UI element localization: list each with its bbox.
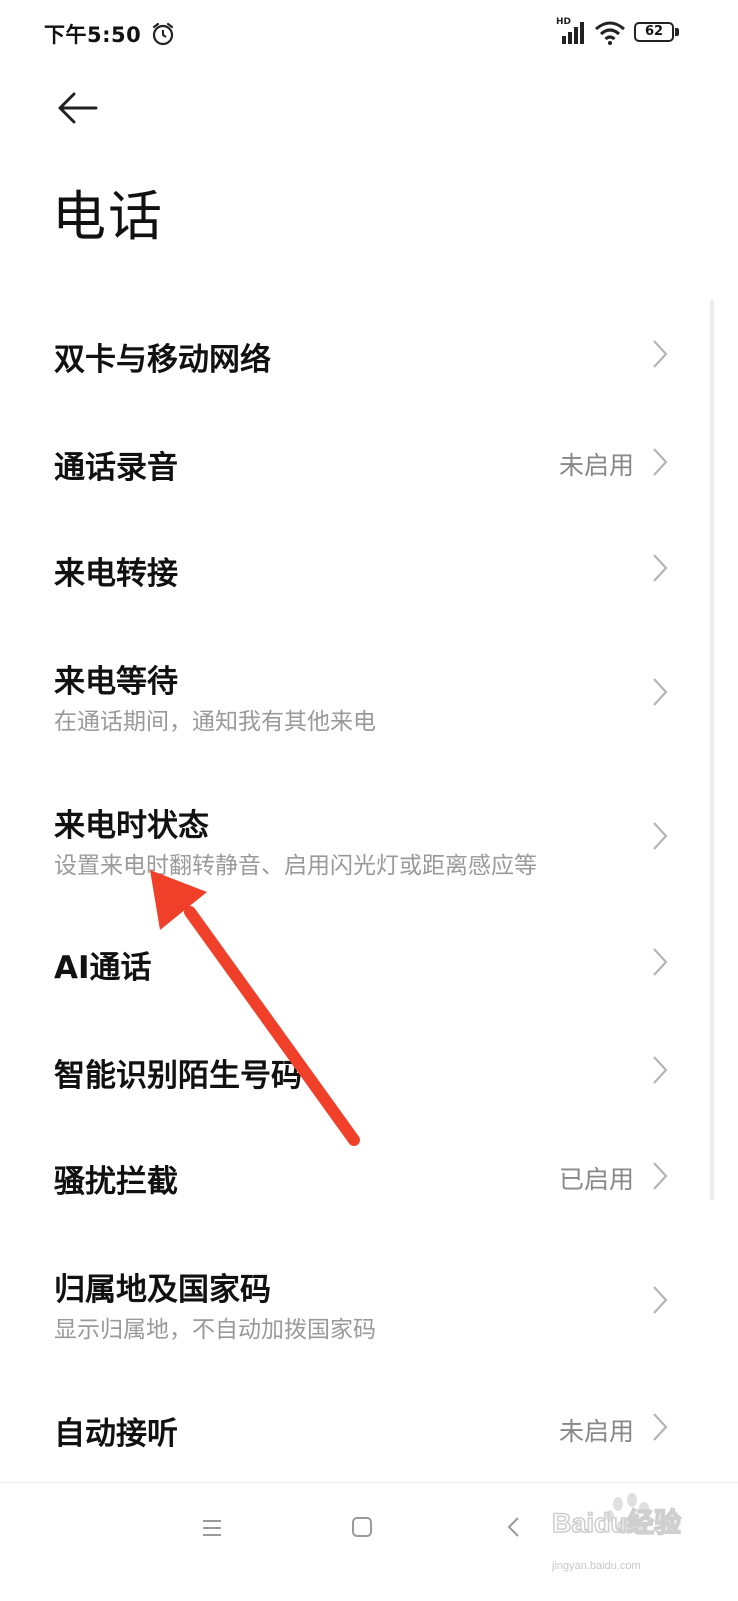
watermark-url: jingyan.baidu.com xyxy=(552,1560,641,1572)
setting-value: 未启用 xyxy=(558,1417,634,1446)
setting-title: 骚扰拦截 xyxy=(54,1164,178,1200)
chevron-right-icon xyxy=(653,448,668,476)
page-title: 电话 xyxy=(52,185,164,248)
chevron-right-icon xyxy=(653,1162,668,1190)
menu-icon[interactable] xyxy=(200,1517,224,1539)
chevron-right-icon xyxy=(653,1286,668,1314)
setting-value: 未启用 xyxy=(558,451,634,480)
chevron-right-icon xyxy=(653,554,668,582)
alarm-icon xyxy=(152,22,174,46)
setting-ai-call[interactable]: AI通话 xyxy=(0,912,720,1018)
cellular-signal-icon xyxy=(562,22,584,44)
chevron-right-icon xyxy=(653,678,668,706)
setting-title: 来电转接 xyxy=(54,556,178,592)
setting-title: 归属地及国家码 xyxy=(54,1272,271,1308)
status-time: 下午5:50 xyxy=(44,23,142,47)
setting-location-country-code[interactable]: 归属地及国家码 显示归属地，不自动加拨国家码 xyxy=(0,1230,720,1374)
setting-title: 智能识别陌生号码 xyxy=(54,1058,302,1094)
wifi-icon xyxy=(595,21,625,45)
watermark-brand: Baidu经验 xyxy=(552,1507,681,1538)
setting-harassment-blocking[interactable]: 骚扰拦截 已启用 xyxy=(0,1124,720,1230)
setting-title: 来电时状态 xyxy=(54,808,209,844)
setting-auto-answer[interactable]: 自动接听 未启用 xyxy=(0,1374,720,1480)
status-bar: 下午5:50 HD 62 xyxy=(0,0,738,68)
chevron-right-icon xyxy=(653,1056,668,1084)
battery-icon: 62 xyxy=(634,22,674,42)
chevron-right-icon xyxy=(653,822,668,850)
setting-title: 自动接听 xyxy=(54,1416,178,1452)
setting-title: AI通话 xyxy=(54,950,152,986)
battery-level: 62 xyxy=(644,24,664,39)
back-nav-icon[interactable] xyxy=(504,1515,524,1539)
setting-call-forwarding[interactable]: 来电转接 xyxy=(0,516,720,624)
setting-subtitle: 设置来电时翻转静音、启用闪光灯或距离感应等 xyxy=(54,853,537,879)
setting-smart-identify-unknown-numbers[interactable]: 智能识别陌生号码 xyxy=(0,1018,720,1124)
chevron-right-icon xyxy=(653,1413,668,1441)
setting-title: 双卡与移动网络 xyxy=(54,342,271,378)
setting-title: 来电等待 xyxy=(54,664,178,700)
baidu-watermark-logo: Baidu经验 xyxy=(552,1493,682,1539)
setting-incoming-call-status[interactable]: 来电时状态 设置来电时翻转静音、启用闪光灯或距离感应等 xyxy=(0,768,720,912)
setting-dual-sim-mobile-network[interactable]: 双卡与移动网络 xyxy=(0,300,720,408)
home-icon[interactable] xyxy=(350,1515,374,1539)
setting-title: 通话录音 xyxy=(54,450,178,486)
back-button[interactable] xyxy=(50,84,106,132)
back-arrow-icon xyxy=(58,92,98,124)
setting-call-recording[interactable]: 通话录音 未启用 xyxy=(0,408,720,516)
battery-tip xyxy=(675,28,679,36)
chevron-right-icon xyxy=(653,948,668,976)
setting-subtitle: 显示归属地，不自动加拨国家码 xyxy=(54,1317,376,1343)
setting-subtitle: 在通话期间，通知我有其他来电 xyxy=(54,709,376,735)
setting-value: 已启用 xyxy=(558,1165,634,1194)
setting-call-waiting[interactable]: 来电等待 在通话期间，通知我有其他来电 xyxy=(0,624,720,768)
chevron-right-icon xyxy=(653,340,668,368)
